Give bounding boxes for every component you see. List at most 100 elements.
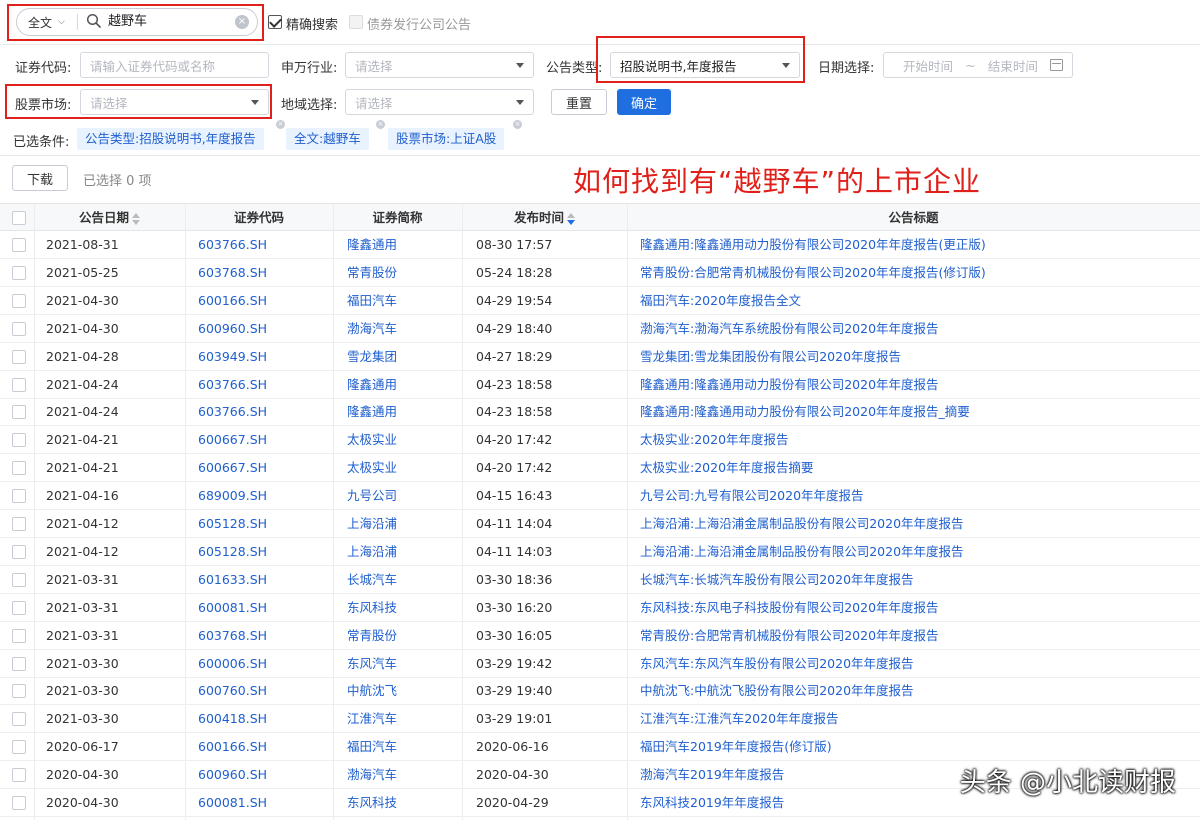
industry-select[interactable]: 请选择 xyxy=(345,52,534,78)
row-checkbox[interactable] xyxy=(12,377,26,392)
row-name-link[interactable]: 福田汽车 xyxy=(347,733,397,760)
region-select[interactable]: 请选择 xyxy=(345,89,534,115)
row-checkbox[interactable] xyxy=(12,321,26,336)
row-code-link[interactable]: 600960.SH xyxy=(198,315,267,342)
row-code-link[interactable]: 605128.SH xyxy=(198,510,267,537)
row-checkbox[interactable] xyxy=(12,461,26,476)
row-code-link[interactable]: 603768.SH xyxy=(198,622,267,649)
table-row[interactable]: 2021-05-25 603768.SH 常青股份 05-24 18:28 常青股份:合… xyxy=(0,259,1200,287)
row-code-link[interactable]: 603766.SH xyxy=(198,231,267,258)
row-title-link[interactable]: 福田汽车2019年年度报告(修订版) xyxy=(640,733,832,760)
close-icon[interactable]: × xyxy=(376,120,385,129)
row-checkbox[interactable] xyxy=(12,265,26,280)
row-name-link[interactable]: 雪龙集团 xyxy=(347,343,397,370)
bond-checkbox[interactable] xyxy=(349,15,363,29)
reset-button[interactable]: 重置 xyxy=(551,89,607,115)
table-row[interactable]: 2021-03-31 601633.SH 长城汽车 03-30 18:36 长城汽车:长… xyxy=(0,566,1200,594)
row-checkbox[interactable] xyxy=(12,656,26,671)
row-name-link[interactable]: 东风科技 xyxy=(347,594,397,621)
sort-icon[interactable] xyxy=(132,212,140,225)
row-code-link[interactable]: 603766.SH xyxy=(198,371,267,398)
row-code-link[interactable]: 601633.SH xyxy=(198,566,267,593)
row-title-link[interactable]: 太极实业:2020年年度报告摘要 xyxy=(640,454,814,481)
row-name-link[interactable]: 渤海汽车 xyxy=(347,761,397,788)
row-code-link[interactable]: 600760.SH xyxy=(198,677,267,704)
row-code-link[interactable]: 600006.SH xyxy=(198,650,267,677)
row-title-link[interactable]: 渤海汽车:渤海汽车系统股份有限公司2020年年度报告 xyxy=(640,315,939,342)
row-name-link[interactable]: 常青股份 xyxy=(347,259,397,286)
row-checkbox[interactable] xyxy=(12,349,26,364)
close-icon[interactable]: × xyxy=(276,120,285,129)
col-header-time[interactable]: 发布时间 xyxy=(462,204,627,231)
table-row[interactable]: 2021-04-28 603949.SH 雪龙集团 04-27 18:29 雪龙集团:雪… xyxy=(0,343,1200,371)
row-checkbox[interactable] xyxy=(12,433,26,448)
table-row[interactable]: 2021-04-21 600667.SH 太极实业 04-20 17:42 太极实业:2… xyxy=(0,426,1200,455)
row-title-link[interactable]: 常青股份:合肥常青机械股份有限公司2020年年度报告 xyxy=(640,622,939,649)
row-code-link[interactable]: 603768.SH xyxy=(198,259,267,286)
download-button[interactable]: 下载 xyxy=(12,165,68,191)
row-name-link[interactable]: 上海沿浦 xyxy=(347,510,397,537)
row-code-link[interactable]: 600081.SH xyxy=(198,594,267,621)
row-name-link[interactable]: 隆鑫通用 xyxy=(347,398,397,425)
table-row[interactable]: 2021-03-30 600006.SH 东风汽车 03-29 19:42 东风汽车:东… xyxy=(0,650,1200,678)
table-row[interactable]: 2021-04-30 600166.SH 福田汽车 04-29 19:54 福田汽车:2… xyxy=(0,287,1200,315)
row-code-link[interactable]: 600081.SH xyxy=(198,789,267,816)
table-row[interactable]: 2021-04-24 603766.SH 隆鑫通用 04-23 18:58 隆鑫通用:隆… xyxy=(0,371,1200,399)
row-checkbox[interactable] xyxy=(12,489,26,504)
row-checkbox[interactable] xyxy=(12,740,26,755)
row-code-link[interactable]: 689009.SH xyxy=(198,482,267,509)
row-name-link[interactable]: 常青股份 xyxy=(347,622,397,649)
row-name-link[interactable]: 隆鑫通用 xyxy=(347,371,397,398)
code-input[interactable]: 请输入证券代码或名称 xyxy=(80,52,269,78)
table-row[interactable]: 2021-04-30 600960.SH 渤海汽车 04-29 18:40 渤海汽车:渤… xyxy=(0,315,1200,343)
row-code-link[interactable]: 600418.SH xyxy=(198,705,267,732)
table-row[interactable]: 2021-03-31 603768.SH 常青股份 03-30 16:05 常青股份:合… xyxy=(0,622,1200,650)
row-code-link[interactable]: 600166.SH xyxy=(198,733,267,760)
sort-icon[interactable] xyxy=(567,212,575,225)
row-title-link[interactable]: 江淮汽车:江淮汽车2020年年度报告 xyxy=(640,705,839,732)
row-checkbox[interactable] xyxy=(12,405,26,420)
row-title-link[interactable]: 长城汽车:长城汽车股份有限公司2020年年度报告 xyxy=(640,566,914,593)
table-row[interactable]: 2021-03-30 600418.SH 江淮汽车 03-29 19:01 江淮汽车:江… xyxy=(0,705,1200,734)
row-title-link[interactable]: 渤海汽车2019年年度报告 xyxy=(640,761,784,788)
row-title-link[interactable]: 东风汽车:东风汽车股份有限公司2020年年度报告 xyxy=(640,650,914,677)
row-title-link[interactable]: 隆鑫通用:隆鑫通用动力股份有限公司2020年年度报告_摘要 xyxy=(640,398,970,425)
row-title-link[interactable]: 隆鑫通用:隆鑫通用动力股份有限公司2020年年度报告 xyxy=(640,371,939,398)
row-name-link[interactable]: 太极实业 xyxy=(347,454,397,481)
table-row[interactable]: 2021-03-31 600081.SH 东风科技 03-30 16:20 东风科技:东… xyxy=(0,594,1200,622)
row-checkbox[interactable] xyxy=(12,684,26,699)
selected-tag-type[interactable]: 公告类型:招股说明书,年度报告 xyxy=(77,128,264,150)
table-row[interactable]: 2021-04-12 605128.SH 上海沿浦 04-11 14:04 上海沿浦:上… xyxy=(0,510,1200,538)
row-name-link[interactable]: 太极实业 xyxy=(347,426,397,453)
row-checkbox[interactable] xyxy=(12,628,26,643)
row-title-link[interactable]: 上海沿浦:上海沿浦金属制品股份有限公司2020年年度报告 xyxy=(640,510,964,537)
table-row[interactable]: 2021-08-31 603766.SH 隆鑫通用 08-30 17:57 隆鑫通用:隆… xyxy=(0,231,1200,259)
row-title-link[interactable]: 常青股份:合肥常青机械股份有限公司2020年年度报告(修订版) xyxy=(640,259,986,286)
row-checkbox[interactable] xyxy=(12,572,26,587)
close-icon[interactable]: × xyxy=(513,120,522,129)
row-title-link[interactable]: 太极实业:2020年年度报告 xyxy=(640,426,789,453)
row-checkbox[interactable] xyxy=(12,600,26,615)
confirm-button[interactable]: 确定 xyxy=(617,89,671,115)
row-code-link[interactable]: 603766.SH xyxy=(198,398,267,425)
row-title-link[interactable]: 上海沿浦:上海沿浦金属制品股份有限公司2020年年度报告 xyxy=(640,538,964,565)
table-row[interactable]: 2021-03-30 600760.SH 中航沈飞 03-29 19:40 中航沈飞:中… xyxy=(0,677,1200,706)
row-checkbox[interactable] xyxy=(12,768,26,783)
row-name-link[interactable]: 中航沈飞 xyxy=(347,677,397,704)
row-title-link[interactable]: 隆鑫通用:隆鑫通用动力股份有限公司2020年年度报告(更正版) xyxy=(640,231,986,258)
row-code-link[interactable]: 600667.SH xyxy=(198,426,267,453)
row-name-link[interactable]: 渤海汽车 xyxy=(347,315,397,342)
row-name-link[interactable]: 长城汽车 xyxy=(347,566,397,593)
row-checkbox[interactable] xyxy=(12,712,26,727)
row-name-link[interactable]: 江淮汽车 xyxy=(347,705,397,732)
selected-tag-fulltext[interactable]: 全文:越野车 xyxy=(286,128,369,150)
row-name-link[interactable]: 东风科技 xyxy=(347,789,397,816)
row-title-link[interactable]: 福田汽车:2020年度报告全文 xyxy=(640,287,801,314)
row-title-link[interactable]: 中航沈飞:中航沈飞股份有限公司2020年年度报告 xyxy=(640,677,914,704)
table-row[interactable]: 2021-04-24 603766.SH 隆鑫通用 04-23 18:58 隆鑫通用:隆… xyxy=(0,398,1200,427)
col-header-date[interactable]: 公告日期 xyxy=(34,204,185,231)
row-checkbox[interactable] xyxy=(12,796,26,810)
selected-tag-market[interactable]: 股票市场:上证A股 xyxy=(388,128,505,150)
row-checkbox[interactable] xyxy=(12,517,26,531)
row-checkbox[interactable] xyxy=(12,293,26,308)
